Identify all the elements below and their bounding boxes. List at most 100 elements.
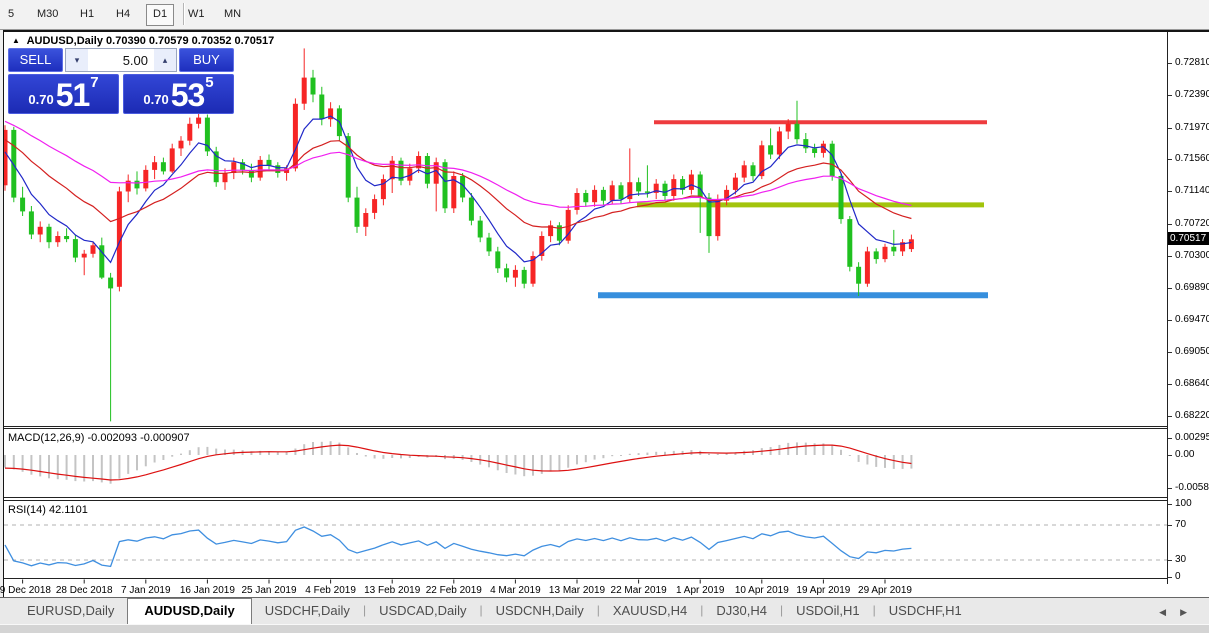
macd-values: -0.002093 -0.000907 <box>87 432 189 444</box>
rsi-indicator-label: RSI(14) 42.1101 <box>8 504 88 516</box>
date-label: 13 Feb 2019 <box>357 585 427 596</box>
macd-name: MACD(12,26,9) <box>8 432 84 444</box>
axis-tick-mark <box>1168 256 1172 257</box>
axis-tick-mark <box>1168 191 1172 192</box>
volume-increase-icon[interactable]: ▴ <box>154 49 176 71</box>
axis-tick-mark <box>1168 159 1172 160</box>
sell-price-big: 51 <box>56 80 90 110</box>
buy-price-prefix: 0.70 <box>143 90 168 110</box>
price-tick-label: 0.69050 <box>1175 346 1209 357</box>
tab-scroll-right-icon[interactable]: ▶ <box>1180 607 1201 617</box>
price-tick-label: 0.72810 <box>1175 57 1209 68</box>
axis-tick-mark <box>1168 416 1172 417</box>
tab-xauusd-h4[interactable]: XAUUSD,H4 <box>600 598 700 625</box>
axis-tick-mark <box>1168 352 1172 353</box>
price-tick-label: 0.68220 <box>1175 410 1209 421</box>
buy-price-big: 53 <box>171 80 205 110</box>
date-label: 10 Apr 2019 <box>727 585 797 596</box>
tab-scroll-left-icon[interactable]: ◀ <box>1159 607 1180 617</box>
rsi-name: RSI(14) <box>8 504 46 516</box>
axis-tick-mark <box>1168 488 1172 489</box>
volume-input[interactable] <box>88 49 154 71</box>
date-label: 28 Dec 2018 <box>49 585 119 596</box>
timeframe-button-M30[interactable]: M30 <box>31 4 64 24</box>
date-label: 25 Jan 2019 <box>234 585 304 596</box>
axis-tick-mark <box>1168 525 1172 526</box>
chart-tab-bar: EURUSD,DailyAUDUSD,DailyUSDCHF,Daily|USD… <box>0 597 1209 624</box>
buy-price-sup: 5 <box>205 77 213 89</box>
tab-audusd-daily[interactable]: AUDUSD,Daily <box>127 598 251 625</box>
sell-price-tile[interactable]: 0.70 51 7 <box>8 74 119 114</box>
timeframe-button-H1[interactable]: H1 <box>74 4 100 24</box>
buy-price-tile[interactable]: 0.70 53 5 <box>123 74 234 114</box>
timeframe-button-5[interactable]: 5 <box>2 4 20 24</box>
axis-tick-mark <box>1168 320 1172 321</box>
axis-tick-mark <box>1168 438 1172 439</box>
macd-axis-label: -0.005825 <box>1175 482 1209 493</box>
price-tick-label: 0.71560 <box>1175 153 1209 164</box>
sell-price-sup: 7 <box>90 77 98 89</box>
rsi-axis-label: 30 <box>1175 554 1186 565</box>
trade-panel-top-row: SELL ▾ ▴ BUY <box>8 48 234 72</box>
axis-tick-mark <box>1168 128 1172 129</box>
date-label: 29 Apr 2019 <box>850 585 920 596</box>
timeframe-button-D1[interactable]: D1 <box>146 4 174 26</box>
rsi-axis-label: 100 <box>1175 498 1192 509</box>
axis-tick-mark <box>1168 95 1172 96</box>
rsi-value: 42.1101 <box>49 504 88 516</box>
chart-ohlc-values: 0.70390 0.70579 0.70352 0.70517 <box>106 35 274 47</box>
axis-tick-mark <box>1168 224 1172 225</box>
tab-usdchf-h1[interactable]: USDCHF,H1 <box>876 598 975 625</box>
timeframe-button-MN[interactable]: MN <box>218 4 247 24</box>
chart-header: ▲ AUDUSD,Daily 0.70390 0.70579 0.70352 0… <box>12 35 274 47</box>
date-label: 1 Apr 2019 <box>665 585 735 596</box>
price-tick-label: 0.69890 <box>1175 282 1209 293</box>
current-price-tag: 0.70517 <box>1168 232 1209 245</box>
price-tick-label: 0.70720 <box>1175 218 1209 229</box>
rsi-axis-label: 70 <box>1175 519 1186 530</box>
tabs-container: EURUSD,DailyAUDUSD,DailyUSDCHF,Daily|USD… <box>14 602 975 619</box>
timeframe-toolbar: 5 M30 H1 H4 D1 W1 MN <box>0 0 1209 30</box>
price-tick-label: 0.72390 <box>1175 89 1209 100</box>
date-label: 4 Feb 2019 <box>296 585 366 596</box>
tab-usdoil-h1[interactable]: USDOil,H1 <box>783 598 873 625</box>
date-label: 16 Jan 2019 <box>172 585 242 596</box>
date-label: 7 Jan 2019 <box>111 585 181 596</box>
tab-usdcad-daily[interactable]: USDCAD,Daily <box>366 598 479 625</box>
chart-canvas[interactable] <box>4 32 1168 584</box>
collapse-trade-panel-icon[interactable]: ▲ <box>12 36 20 45</box>
date-label: 22 Feb 2019 <box>419 585 489 596</box>
sell-price-prefix: 0.70 <box>28 90 53 110</box>
rsi-axis-label: 0 <box>1175 571 1181 582</box>
tab-dj30-h4[interactable]: DJ30,H4 <box>703 598 780 625</box>
timeframe-button-W1[interactable]: W1 <box>182 4 211 24</box>
price-tick-label: 0.70300 <box>1175 250 1209 261</box>
axis-tick-mark <box>1168 384 1172 385</box>
tab-usdcnh-daily[interactable]: USDCNH,Daily <box>483 598 597 625</box>
volume-spinner: ▾ ▴ <box>65 48 177 72</box>
date-label: 4 Mar 2019 <box>480 585 550 596</box>
sell-button[interactable]: SELL <box>8 48 63 72</box>
date-label: 22 Mar 2019 <box>604 585 674 596</box>
date-label: 19 Apr 2019 <box>788 585 858 596</box>
axis-tick-mark <box>1168 504 1172 505</box>
timeframe-button-H4[interactable]: H4 <box>110 4 136 24</box>
tab-usdchf-daily[interactable]: USDCHF,Daily <box>252 598 363 625</box>
price-tick-label: 0.71140 <box>1175 185 1209 196</box>
axis-tick-mark <box>1168 560 1172 561</box>
one-click-trading-panel: SELL ▾ ▴ BUY 0.70 51 7 0.70 53 5 <box>8 48 234 114</box>
buy-button[interactable]: BUY <box>179 48 234 72</box>
price-tick-label: 0.68640 <box>1175 378 1209 389</box>
macd-indicator-label: MACD(12,26,9) -0.002093 -0.000907 <box>8 432 190 444</box>
chart-window: ▲ AUDUSD,Daily 0.70390 0.70579 0.70352 0… <box>3 30 1209 599</box>
chart-symbol-label: AUDUSD,Daily <box>27 35 103 47</box>
volume-decrease-icon[interactable]: ▾ <box>66 49 88 71</box>
axis-tick-mark <box>1168 63 1172 64</box>
tab-eurusd-daily[interactable]: EURUSD,Daily <box>14 598 127 625</box>
date-axis: 19 Dec 201828 Dec 20187 Jan 201916 Jan 2… <box>4 584 1168 598</box>
macd-axis-label: 0.00 <box>1175 449 1194 460</box>
axis-tick-mark <box>1168 455 1172 456</box>
axis-tick-mark <box>1168 288 1172 289</box>
price-tick-label: 0.69470 <box>1175 314 1209 325</box>
price-tick-label: 0.71970 <box>1175 122 1209 133</box>
